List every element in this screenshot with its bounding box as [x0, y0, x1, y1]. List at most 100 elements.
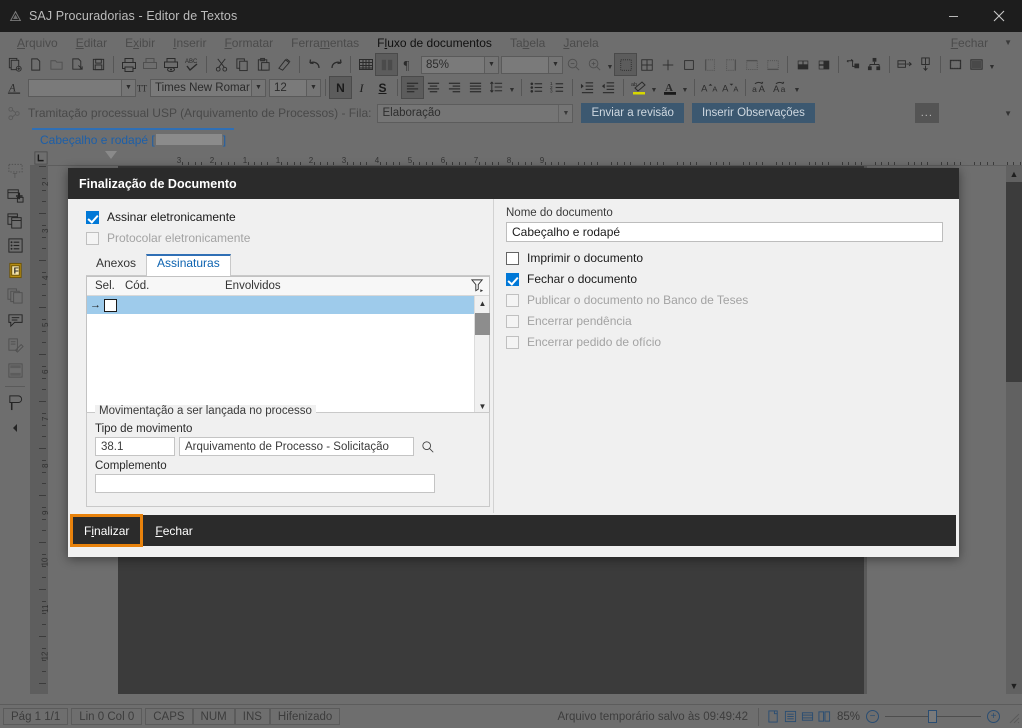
chevron-down-icon[interactable]: ▼ [1004, 38, 1012, 47]
edit-document-icon[interactable] [0, 333, 30, 358]
border-inner-icon[interactable] [657, 54, 678, 75]
border-bottom-icon[interactable] [762, 54, 783, 75]
undo-icon[interactable] [304, 54, 325, 75]
flag-marker-icon[interactable] [0, 390, 30, 415]
web-view-icon[interactable] [801, 710, 814, 723]
paste-icon[interactable] [253, 54, 274, 75]
menu-tabela[interactable]: Tabela [501, 34, 554, 52]
border-top-icon[interactable] [741, 54, 762, 75]
grid-scrollbar[interactable]: ▲ ▼ [474, 296, 489, 414]
chevron-down-icon[interactable]: ▼ [987, 54, 997, 75]
page-view-icon[interactable] [767, 710, 780, 723]
new-document-icon[interactable] [4, 54, 25, 75]
text-frame-icon[interactable]: T [0, 158, 30, 183]
font-style-icon[interactable]: A [4, 77, 25, 98]
menu-inserir[interactable]: Inserir [164, 34, 215, 52]
document-tab[interactable]: Cabeçalho e rodapé [] [32, 128, 234, 149]
more-options-button[interactable]: ... [915, 103, 939, 123]
chevron-down-icon[interactable]: ▼ [680, 77, 690, 98]
table-grid-icon[interactable] [355, 54, 376, 75]
paragraph-style-combo[interactable]: ▼ [28, 79, 136, 97]
menu-ferramentas[interactable]: Ferramentas [282, 34, 368, 52]
list-view-icon[interactable] [0, 233, 30, 258]
border-right-icon[interactable] [720, 54, 741, 75]
table-row[interactable]: → [87, 296, 489, 314]
font-color-icon[interactable]: A [659, 77, 680, 98]
status-num[interactable]: NUM [193, 708, 235, 725]
open-folder-icon[interactable] [46, 54, 67, 75]
vertical-scrollbar[interactable]: ▲ ▼ [1006, 166, 1022, 694]
menu-fluxo-de-documentos[interactable]: Fluxo de documentos [368, 34, 501, 52]
minimize-icon[interactable] [930, 0, 976, 32]
paragraph-marks-icon[interactable]: ¶ [397, 54, 418, 75]
movement-description-input[interactable]: Arquivamento de Processo - Solicitação [179, 437, 414, 456]
border-left-icon[interactable] [699, 54, 720, 75]
reading-view-icon[interactable] [784, 710, 797, 723]
columns-icon[interactable] [376, 54, 397, 75]
insert-row-icon[interactable] [894, 54, 915, 75]
zoom-in-icon[interactable] [584, 54, 605, 75]
zoom-out-button[interactable]: − [866, 710, 879, 723]
zoom-control[interactable]: 85% − + [837, 710, 1006, 723]
decrease-indent-icon[interactable] [598, 77, 619, 98]
font-size-combo[interactable]: 12 ▼ [269, 79, 321, 97]
menu-exibir[interactable]: Exibir [116, 34, 164, 52]
split-cells-horizontal-icon[interactable] [792, 54, 813, 75]
close-icon[interactable] [976, 0, 1022, 32]
complement-input[interactable] [95, 474, 435, 493]
status-hyphenation[interactable]: Hifenizado [270, 708, 340, 725]
decrease-font-icon[interactable]: AA [720, 77, 741, 98]
align-center-icon[interactable] [423, 77, 444, 98]
secondary-combo[interactable]: ▼ [501, 56, 563, 74]
insert-notes-button[interactable]: Inserir Observações [692, 103, 815, 123]
copy-icon[interactable] [232, 54, 253, 75]
chevron-down-icon[interactable]: ▼ [558, 105, 572, 122]
send-to-review-button[interactable]: Enviar a revisão [581, 103, 683, 123]
option-print-row[interactable]: Imprimir o documento [506, 248, 959, 268]
form-field-icon[interactable]: F [0, 258, 30, 283]
tab-stop-icon[interactable] [30, 151, 52, 165]
chevron-down-icon[interactable]: ▼ [121, 80, 135, 96]
grid-scroll-up-icon[interactable]: ▲ [475, 296, 490, 311]
increase-indent-icon[interactable] [577, 77, 598, 98]
tab-anexos[interactable]: Anexos [86, 254, 146, 275]
border-box-icon[interactable] [636, 54, 657, 75]
chevron-down-icon[interactable]: ▼ [605, 54, 615, 75]
spellcheck-icon[interactable]: ABC [181, 54, 202, 75]
document-name-input[interactable]: Cabeçalho e rodapé [506, 222, 943, 242]
menu-formatar[interactable]: Formatar [215, 34, 282, 52]
sign-electronically-row[interactable]: Assinar eletronicamente [86, 207, 490, 227]
collapse-sidebar-icon[interactable] [0, 415, 30, 440]
border-all-icon[interactable] [615, 54, 636, 75]
copy-block-icon[interactable] [0, 208, 30, 233]
signatures-grid[interactable]: Sel. Cód. Envolvidos → ▲ [86, 276, 490, 415]
scrollbar-thumb[interactable] [1006, 182, 1022, 382]
fechar-button[interactable]: Fechar [142, 515, 205, 546]
line-spacing-icon[interactable] [486, 77, 507, 98]
search-icon[interactable] [418, 440, 435, 454]
blank-page-icon[interactable] [25, 54, 46, 75]
menu-janela[interactable]: Janela [554, 34, 607, 52]
chevron-down-icon[interactable]: ▼ [792, 77, 802, 98]
lowercase-icon[interactable]: Aa [771, 77, 792, 98]
two-page-view-icon[interactable] [818, 710, 831, 723]
italic-button[interactable]: I [351, 77, 372, 98]
open-with-arrow-icon[interactable] [67, 54, 88, 75]
chevron-down-icon[interactable]: ▼ [251, 80, 265, 96]
uppercase-icon[interactable]: aA [750, 77, 771, 98]
chevron-down-icon[interactable]: ▼ [649, 77, 659, 98]
chevron-down-icon[interactable]: ▼ [507, 77, 517, 98]
format-painter-icon[interactable] [274, 54, 295, 75]
save-icon[interactable] [88, 54, 109, 75]
vertical-ruler[interactable]: 23456789101112 [30, 166, 48, 694]
finalizar-button[interactable]: Finalizar [71, 515, 142, 546]
merge-cells-icon[interactable] [843, 54, 864, 75]
menu-arquivo[interactable]: AArquivorquivo [8, 34, 67, 52]
bullets-icon[interactable] [526, 77, 547, 98]
print-preview-icon[interactable] [139, 54, 160, 75]
grid-scrollbar-thumb[interactable] [475, 313, 490, 335]
status-caps[interactable]: CAPS [145, 708, 192, 725]
split-cell-icon[interactable] [864, 54, 885, 75]
status-ins[interactable]: INS [235, 708, 270, 725]
menu-editar[interactable]: Editar [67, 34, 116, 52]
